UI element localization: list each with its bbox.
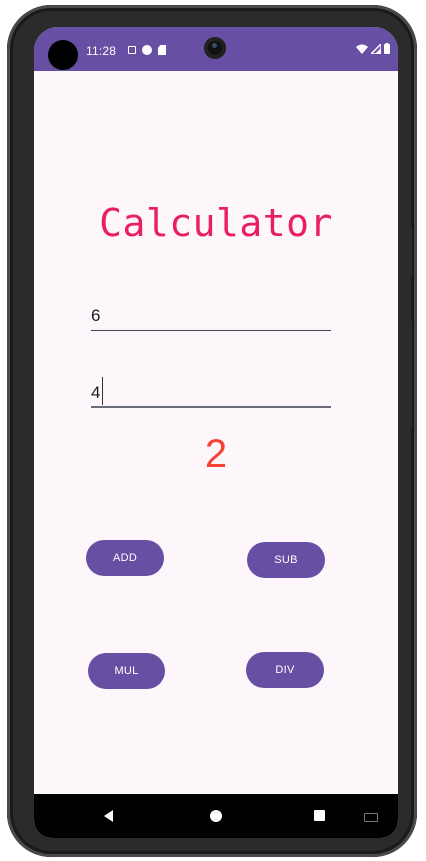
power-button bbox=[406, 320, 412, 430]
sub-button[interactable]: SUB bbox=[247, 542, 325, 578]
system-status-icons bbox=[356, 43, 390, 54]
second-number-field[interactable] bbox=[91, 368, 331, 408]
text-cursor bbox=[102, 377, 103, 405]
keyboard-icon[interactable] bbox=[364, 813, 378, 822]
volume-button bbox=[406, 225, 412, 277]
first-number-field[interactable] bbox=[91, 291, 331, 331]
navigation-bar bbox=[34, 794, 398, 838]
home-icon[interactable] bbox=[210, 810, 222, 822]
first-number-input[interactable] bbox=[91, 291, 331, 331]
battery-icon bbox=[384, 43, 390, 54]
camera-cutout bbox=[48, 40, 78, 70]
add-button[interactable]: ADD bbox=[86, 540, 164, 576]
notification-icons bbox=[128, 45, 166, 55]
second-number-underline bbox=[91, 406, 331, 408]
sync-notification-icon bbox=[142, 45, 152, 55]
status-bar: 11:28 bbox=[34, 27, 398, 71]
wifi-icon bbox=[356, 44, 368, 54]
status-time: 11:28 bbox=[86, 44, 117, 58]
signal-icon bbox=[371, 43, 381, 54]
mul-button[interactable]: MUL bbox=[88, 653, 165, 689]
sd-card-icon bbox=[158, 45, 166, 55]
div-button[interactable]: DIV bbox=[246, 652, 324, 688]
second-number-input[interactable] bbox=[91, 368, 331, 408]
app-title: Calculator bbox=[99, 201, 333, 245]
first-number-underline bbox=[91, 330, 331, 331]
result-value: 2 bbox=[204, 432, 228, 476]
device-screen: 11:28 Calculator 2 bbox=[34, 27, 398, 838]
back-icon[interactable] bbox=[104, 810, 113, 822]
front-camera bbox=[204, 37, 226, 59]
screenshot-notification-icon bbox=[128, 46, 136, 54]
recents-icon[interactable] bbox=[314, 810, 325, 821]
